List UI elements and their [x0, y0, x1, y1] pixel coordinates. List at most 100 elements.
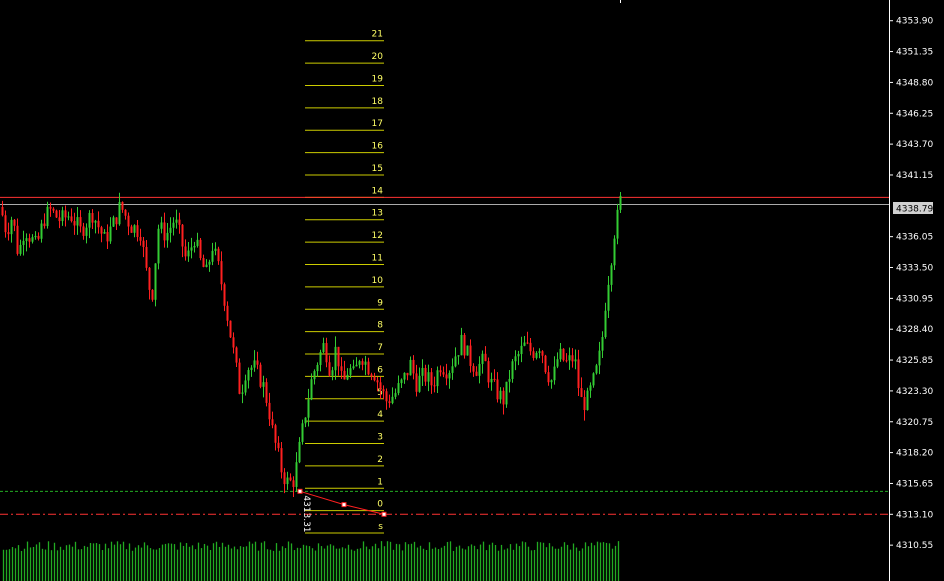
fib-level-label: 1 — [377, 477, 383, 487]
bear-candle-body — [430, 372, 433, 386]
price-axis-tick-label: 4313.10 — [896, 510, 933, 520]
bull-candle-body — [409, 359, 412, 376]
bear-candle-body — [544, 355, 547, 373]
fib-level-label: 12 — [372, 231, 383, 241]
bear-candle-body — [124, 209, 127, 216]
bull-candle-body — [133, 225, 136, 233]
bull-candle-body — [520, 345, 523, 355]
fib-level-label: 2 — [377, 455, 383, 465]
bear-candle-body — [463, 334, 466, 356]
bull-candle-body — [304, 417, 307, 424]
bear-candle-body — [82, 226, 85, 236]
bull-candle-body — [559, 348, 562, 360]
fib-level-label: 7 — [377, 343, 383, 353]
bull-candle-body — [352, 366, 355, 369]
bear-candle-body — [7, 232, 10, 235]
bear-candle-body — [115, 217, 118, 225]
bear-candle-body — [49, 206, 52, 209]
trend-line-handle[interactable] — [341, 502, 347, 508]
bull-candle-body — [19, 244, 22, 254]
price-axis-tick-label: 4328.40 — [896, 325, 933, 335]
bear-candle-body — [55, 210, 58, 218]
bull-candle-body — [592, 373, 595, 386]
bull-candle-body — [118, 201, 121, 225]
chart-background — [0, 0, 944, 581]
bull-candle-body — [556, 359, 559, 367]
bull-candle-body — [241, 392, 244, 394]
bull-candle-body — [568, 355, 571, 361]
bull-candle-body — [94, 220, 97, 223]
bear-candle-body — [64, 210, 67, 218]
bear-candle-body — [469, 345, 472, 366]
bear-candle-body — [337, 346, 340, 367]
bear-candle-body — [145, 247, 148, 268]
price-axis-tick-label: 4330.95 — [896, 294, 933, 304]
bear-candle-body — [151, 289, 154, 300]
fib-level-label: 17 — [372, 119, 383, 129]
bear-candle-body — [265, 382, 268, 403]
bear-candle-body — [181, 224, 184, 247]
bull-candle-body — [295, 462, 298, 487]
bull-candle-body — [394, 393, 397, 397]
trend-line-handle[interactable] — [297, 488, 303, 494]
bull-candle-body — [157, 228, 160, 264]
bull-candle-body — [346, 374, 349, 380]
bear-candle-body — [412, 359, 415, 374]
fib-level-label: 8 — [377, 321, 383, 331]
bull-candle-body — [619, 195, 622, 210]
bull-candle-body — [391, 396, 394, 404]
fib-level-label: 4 — [377, 410, 383, 420]
bear-candle-body — [565, 360, 568, 362]
bear-candle-body — [259, 364, 262, 387]
bull-candle-body — [322, 343, 325, 353]
bull-candle-body — [616, 209, 619, 239]
trend-line-handle[interactable] — [381, 511, 387, 517]
price-chart[interactable]: s0123456789101112131415161718192021 4313… — [0, 0, 944, 581]
bull-candle-body — [451, 366, 454, 373]
bull-candle-body — [448, 372, 451, 379]
bull-candle-body — [316, 364, 319, 372]
bear-candle-body — [547, 372, 550, 383]
bear-candle-body — [580, 388, 583, 398]
bull-candle-body — [31, 237, 34, 242]
bull-candle-body — [364, 361, 367, 365]
fib-level-label: 21 — [372, 30, 383, 40]
current-price-marker: 4338.79 — [893, 202, 933, 215]
bear-candle-body — [184, 246, 187, 257]
bull-candle-body — [313, 371, 316, 380]
bull-candle-body — [511, 361, 514, 379]
bear-candle-body — [343, 370, 346, 380]
bull-candle-body — [211, 250, 214, 262]
bear-candle-body — [142, 240, 145, 248]
bear-candle-body — [379, 382, 382, 390]
bull-candle-body — [508, 378, 511, 382]
bull-candle-body — [499, 390, 502, 400]
current-price-label: 4338.79 — [896, 205, 933, 215]
bull-candle-body — [589, 385, 592, 391]
bear-candle-body — [562, 348, 565, 361]
bull-candle-body — [331, 370, 334, 376]
bear-candle-body — [406, 372, 409, 376]
bear-candle-body — [439, 370, 442, 373]
bear-candle-body — [73, 221, 76, 226]
bear-candle-body — [340, 366, 343, 371]
bear-candle-body — [16, 225, 19, 254]
bull-candle-body — [34, 235, 37, 238]
bull-candle-body — [208, 261, 211, 265]
bear-candle-body — [541, 351, 544, 356]
fib-level-label: 11 — [372, 253, 383, 263]
bull-candle-body — [298, 441, 301, 463]
bear-candle-body — [256, 360, 259, 365]
bull-candle-body — [358, 361, 361, 365]
bull-candle-body — [403, 372, 406, 380]
bear-candle-body — [445, 374, 448, 379]
bull-candle-body — [310, 379, 313, 400]
bull-candle-body — [214, 248, 217, 251]
bull-candle-body — [466, 345, 469, 356]
bull-candle-body — [160, 222, 163, 229]
bear-candle-body — [577, 359, 580, 389]
bull-candle-body — [604, 310, 607, 338]
bull-candle-body — [523, 342, 526, 346]
bear-candle-body — [529, 342, 532, 352]
price-axis-tick-label: 4325.85 — [896, 356, 933, 366]
